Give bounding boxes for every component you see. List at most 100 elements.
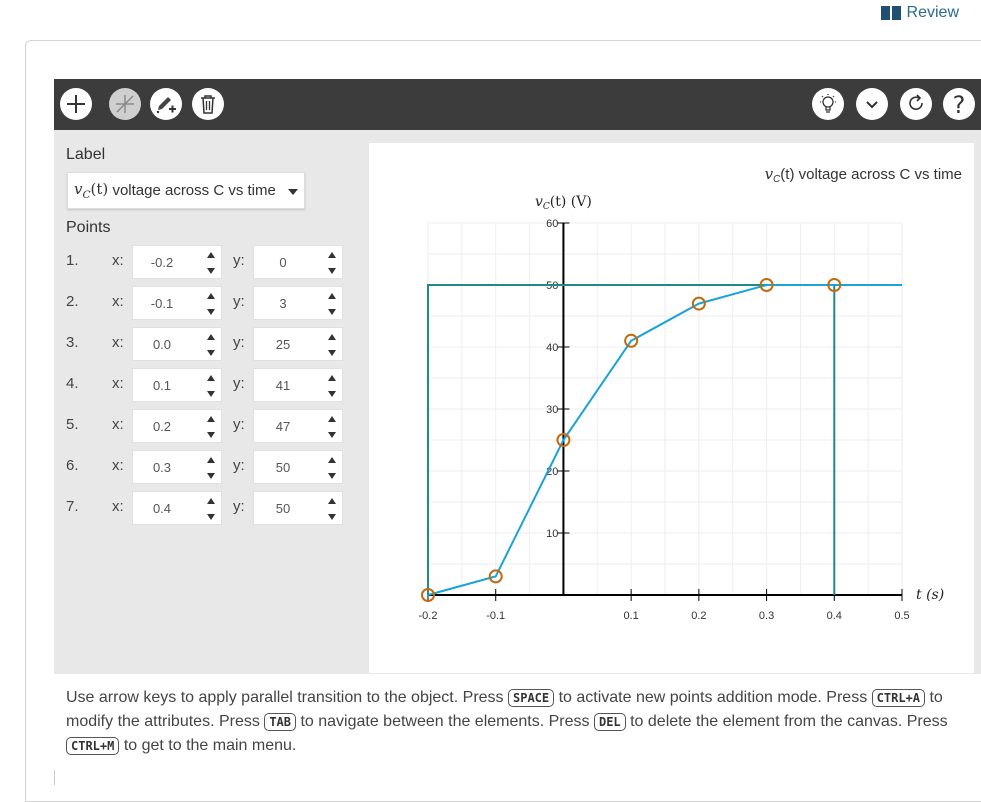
y-input[interactable] <box>254 451 312 483</box>
spin-arrows-icon[interactable] <box>328 293 338 315</box>
point-row: 6. x: y: <box>66 450 356 484</box>
x-tick-label: -0.2 <box>419 610 438 622</box>
y-stepper[interactable] <box>253 368 343 402</box>
chart-area[interactable]: -0.2 -0.1 0.1 0.2 0.3 0.4 0.5 10 20 30 40 50 60 vC(t)… <box>369 143 974 673</box>
point-index: 2. <box>66 293 79 310</box>
y-label: y: <box>233 252 245 269</box>
x-input[interactable] <box>133 410 191 442</box>
point-row: 5. x: y: <box>66 409 356 443</box>
kbd-space: SPACE <box>508 689 555 707</box>
x-stepper[interactable] <box>132 409 222 443</box>
point-index: 3. <box>66 334 79 351</box>
point-row: 1. x: y: <box>66 245 356 279</box>
y-stepper[interactable] <box>253 286 343 320</box>
y-label: y: <box>233 375 245 392</box>
chevron-down-icon[interactable] <box>856 88 888 120</box>
y-input[interactable] <box>254 369 312 401</box>
point-index: 4. <box>66 375 79 392</box>
x-tick-label: 0.4 <box>827 610 842 622</box>
x-stepper[interactable] <box>132 450 222 484</box>
y-tick-label: 40 <box>546 342 558 354</box>
x-input[interactable] <box>133 328 191 360</box>
review-label: Review <box>906 4 959 21</box>
label-dropdown[interactable]: vC(t) voltage across C vs time <box>67 172 305 209</box>
x-tick-label: 0.2 <box>691 610 706 622</box>
spin-arrows-icon[interactable] <box>328 334 338 356</box>
spin-arrows-icon[interactable] <box>207 498 217 520</box>
x-input[interactable] <box>133 287 191 319</box>
x-stepper[interactable] <box>132 286 222 320</box>
x-input[interactable] <box>133 451 191 483</box>
spin-arrows-icon[interactable] <box>328 375 338 397</box>
y-input[interactable] <box>254 328 312 360</box>
chart-title: vC(t) voltage across C vs time <box>765 165 962 185</box>
chart-svg[interactable]: -0.2 -0.1 0.1 0.2 0.3 0.4 0.5102030405060vC(t)… <box>369 143 974 673</box>
x-stepper[interactable] <box>132 491 222 525</box>
x-input[interactable] <box>133 492 191 524</box>
point-row: 3. x: y: <box>66 327 356 361</box>
add-icon[interactable] <box>60 88 92 120</box>
x-label: x: <box>112 375 124 392</box>
lightbulb-icon[interactable] <box>812 88 844 120</box>
keyboard-help: Use arrow keys to apply parallel transit… <box>66 689 948 755</box>
kbd-tab: TAB <box>264 713 296 731</box>
x-tick-label: 0.3 <box>759 610 774 622</box>
point-row: 7. x: y: <box>66 491 356 525</box>
no-slope-icon[interactable] <box>109 88 141 120</box>
x-input[interactable] <box>133 246 191 278</box>
x-axis-label: t (s) <box>916 587 944 603</box>
x-stepper[interactable] <box>132 245 222 279</box>
caret-down-icon <box>288 189 298 195</box>
dropdown-text: voltage across C vs time <box>112 182 276 199</box>
label-heading: Label <box>66 146 106 163</box>
x-label: x: <box>112 416 124 433</box>
x-label: x: <box>112 293 124 310</box>
spin-arrows-icon[interactable] <box>328 416 338 438</box>
spin-arrows-icon[interactable] <box>207 375 217 397</box>
y-input[interactable] <box>254 287 312 319</box>
point-index: 5. <box>66 416 79 433</box>
points-heading: Points <box>66 219 111 236</box>
trash-icon[interactable] <box>192 88 224 120</box>
x-stepper[interactable] <box>132 327 222 361</box>
y-axis-label: vC(t) (V) <box>535 194 592 212</box>
y-stepper[interactable] <box>253 491 343 525</box>
spin-arrows-icon[interactable] <box>207 416 217 438</box>
spin-arrows-icon[interactable] <box>328 498 338 520</box>
x-tick-label: -0.1 <box>486 610 505 622</box>
x-stepper[interactable] <box>132 368 222 402</box>
graph-toolbar: ? <box>54 79 981 130</box>
y-label: y: <box>233 457 245 474</box>
y-label: y: <box>233 498 245 515</box>
y-input[interactable] <box>254 410 312 442</box>
y-stepper[interactable] <box>253 327 343 361</box>
point-index: 1. <box>66 252 79 269</box>
point-row: 2. x: y: <box>66 286 356 320</box>
y-tick-label: 30 <box>546 404 558 416</box>
x-tick-label: 0.5 <box>894 610 909 622</box>
spin-arrows-icon[interactable] <box>207 334 217 356</box>
kbd-ctrl-a: CTRL+A <box>871 689 926 707</box>
point-row: 4. x: y: <box>66 368 356 402</box>
edit-pen-add-icon[interactable] <box>150 88 182 120</box>
spin-arrows-icon[interactable] <box>207 252 217 274</box>
y-tick-label: 10 <box>546 528 558 540</box>
card-edge <box>54 770 55 785</box>
review-link[interactable]: Review <box>880 4 959 22</box>
help-icon[interactable]: ? <box>943 88 975 120</box>
y-stepper[interactable] <box>253 245 343 279</box>
y-input[interactable] <box>254 246 312 278</box>
redo-icon[interactable] <box>900 88 932 120</box>
y-tick-label: 60 <box>546 218 558 230</box>
spin-arrows-icon[interactable] <box>328 252 338 274</box>
x-input[interactable] <box>133 369 191 401</box>
book-icon <box>880 6 901 20</box>
spin-arrows-icon[interactable] <box>207 457 217 479</box>
y-stepper[interactable] <box>253 409 343 443</box>
spin-arrows-icon[interactable] <box>328 457 338 479</box>
y-input[interactable] <box>254 492 312 524</box>
spin-arrows-icon[interactable] <box>207 293 217 315</box>
y-stepper[interactable] <box>253 450 343 484</box>
svg-text:?: ? <box>953 91 966 117</box>
x-label: x: <box>112 498 124 515</box>
